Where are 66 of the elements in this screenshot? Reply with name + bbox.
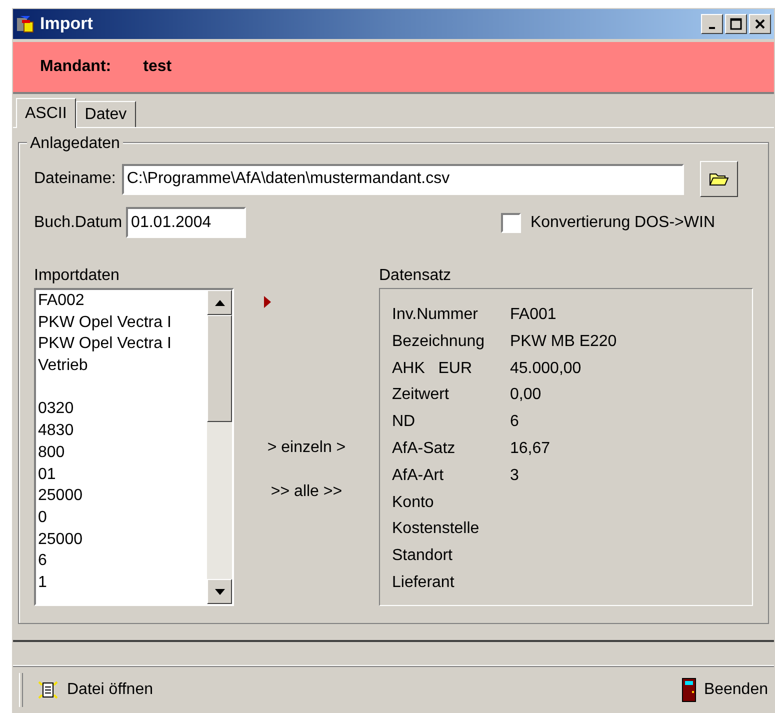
field-label: ND [392, 412, 416, 432]
field-value: PKW MB E220 [510, 332, 617, 352]
transfer-button[interactable]: > einzeln > [263, 436, 350, 460]
scrollbar[interactable] [207, 290, 232, 604]
list-item[interactable]: 25000 [38, 528, 207, 550]
tab[interactable]: ASCII [16, 98, 76, 128]
window-title: Import [40, 13, 93, 36]
file-label: Dateiname: [34, 169, 116, 189]
down-arrow-icon [214, 588, 224, 594]
minimize-button[interactable] [701, 14, 723, 34]
field-value: FA001 [510, 305, 556, 325]
field-label: AfA-Art [392, 466, 445, 486]
list-item[interactable]: 800 [38, 442, 207, 464]
scroll-up-button[interactable] [207, 290, 232, 315]
close-icon [754, 18, 766, 30]
close-button[interactable] [749, 14, 771, 34]
list-item[interactable]: 25000 [38, 485, 207, 507]
list-item[interactable]: PKW Opel Vectra I [38, 312, 207, 334]
toolbar-button[interactable]: Datei öffnen [37, 678, 153, 702]
field-label: Standort [392, 546, 454, 566]
list-item[interactable]: 0320 [38, 398, 207, 420]
pointer-arrow-icon [264, 296, 271, 308]
maximize-icon [730, 18, 742, 30]
field-value: 45.000,00 [510, 358, 582, 379]
tab[interactable]: Datev [76, 101, 136, 127]
document-icon [37, 678, 59, 700]
list-item[interactable]: 6 [38, 550, 207, 572]
field-label: Zeitwert [392, 385, 450, 406]
up-arrow-icon [214, 300, 224, 306]
app-icon [16, 14, 36, 34]
mandant-label: Mandant: [40, 57, 112, 77]
door-icon [682, 678, 696, 702]
toolbar-button[interactable]: Beenden [682, 678, 768, 702]
date-label: Buch.Datum [34, 212, 122, 232]
folder-icon [708, 172, 729, 186]
transfer-button[interactable]: >> alle >> [266, 480, 346, 504]
field-label: Inv.Nummer [392, 305, 479, 325]
field-label: Lieferant [392, 572, 456, 593]
list-item[interactable]: PKW Opel Vectra I [38, 333, 207, 356]
maximize-button[interactable] [725, 14, 747, 34]
field-label: Kostenstelle [392, 519, 480, 540]
list-item[interactable]: 01 [38, 464, 207, 486]
list-item[interactable]: 0 [38, 506, 207, 529]
field-value: 16,67 [510, 438, 550, 459]
list-item[interactable]: FA002 [38, 290, 207, 312]
field-value: 6 [510, 412, 519, 432]
field-label: AfA-Satz [392, 438, 456, 459]
field-label: AHK EUR [392, 358, 474, 379]
convert-checkbox[interactable]: Konvertierung DOS->WIN [501, 210, 715, 234]
field-value: 0,00 [510, 385, 542, 406]
mandant-value: test [143, 57, 172, 77]
import-list[interactable]: FA002 PKW Opel Vectra I PKW Opel Vectra I Vetrieb 0320 4830 800 01 25000 0 25000 6 1 [34, 288, 234, 606]
minimize-icon [709, 27, 715, 29]
browse-button[interactable] [700, 161, 738, 197]
date-field[interactable]: 01.01.2004 [126, 207, 246, 238]
list-item[interactable]: 4830 [38, 420, 207, 442]
record-label: Datensatz [379, 266, 452, 286]
import-list-label: Importdaten [34, 266, 120, 286]
scroll-thumb[interactable] [207, 315, 232, 422]
field-value: 3 [510, 466, 519, 486]
list-item[interactable]: 1 [38, 572, 207, 594]
list-item[interactable]: Vetrieb [38, 355, 207, 377]
field-label: Konto [392, 492, 435, 513]
file-field[interactable]: C:\Programme\AfA\daten\mustermandant.csv [122, 164, 684, 194]
scroll-down-button[interactable] [207, 579, 232, 604]
field-label: Bezeichnung [392, 332, 486, 352]
